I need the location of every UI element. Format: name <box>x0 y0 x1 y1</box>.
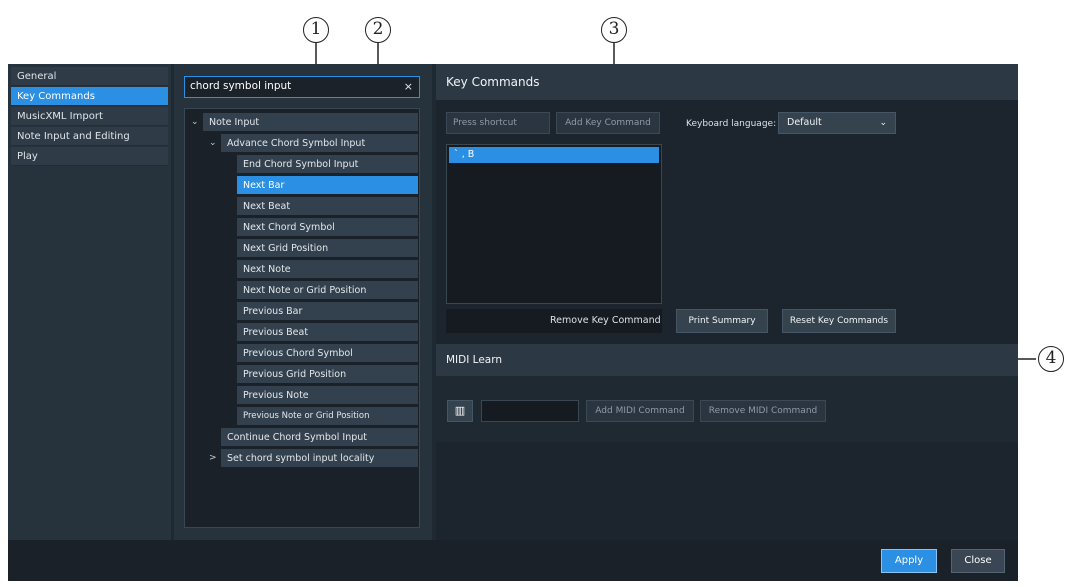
tree-leaf[interactable]: Previous Grid Position <box>237 365 418 384</box>
tree-node-advance-chord-symbol-input[interactable]: Advance Chord Symbol Input <box>221 134 418 153</box>
tree-leaf[interactable]: Previous Note or Grid Position <box>237 407 418 426</box>
tree-leaf[interactable]: Next Note or Grid Position <box>237 281 418 300</box>
search-value: chord symbol input <box>190 80 292 92</box>
expand-locality-icon[interactable]: > <box>209 449 217 468</box>
keyboard-language-label: Keyboard language: <box>686 119 777 129</box>
remove-key-command-button[interactable]: Remove Key Command <box>550 315 661 326</box>
preferences-dialog: General Key Commands MusicXML Import Not… <box>8 64 1018 581</box>
apply-button[interactable]: Apply <box>881 549 937 573</box>
category-general[interactable]: General <box>11 67 168 86</box>
key-command-list: ` , B <box>446 144 662 304</box>
keyboard-language-value: Default <box>787 117 822 128</box>
expand-advance-icon[interactable]: ⌄ <box>209 134 217 153</box>
add-key-command-button[interactable]: Add Key Command <box>556 112 660 134</box>
tree-node-continue-chord-symbol-input[interactable]: Continue Chord Symbol Input <box>221 428 418 447</box>
category-play[interactable]: Play <box>11 147 168 166</box>
callout-3: 3 <box>601 17 627 43</box>
category-note-input-editing[interactable]: Note Input and Editing <box>11 127 168 146</box>
callout-2: 2 <box>365 17 391 43</box>
command-tree: ⌄ Note Input ⌄ Advance Chord Symbol Inpu… <box>184 108 420 528</box>
expand-note-input-icon[interactable]: ⌄ <box>191 113 199 132</box>
print-summary-button[interactable]: Print Summary <box>676 309 768 333</box>
callout-4: 4 <box>1038 346 1064 372</box>
reset-key-commands-button[interactable]: Reset Key Commands <box>782 309 896 333</box>
tree-leaf[interactable]: Next Grid Position <box>237 239 418 258</box>
tree-leaf[interactable]: Previous Beat <box>237 323 418 342</box>
callout-1: 1 <box>303 17 329 43</box>
tree-leaf-selected[interactable]: Next Bar <box>237 176 418 195</box>
midi-command-input[interactable] <box>481 400 579 422</box>
remove-key-command-bar: Remove Key Command <box>446 309 662 333</box>
category-sidebar: General Key Commands MusicXML Import Not… <box>8 64 171 540</box>
search-field[interactable]: chord symbol input × <box>184 76 420 98</box>
tree-node-set-chord-symbol-input-locality[interactable]: Set chord symbol input locality <box>221 449 418 468</box>
tree-leaf[interactable]: Next Chord Symbol <box>237 218 418 237</box>
close-button[interactable]: Close <box>951 549 1005 573</box>
key-commands-title: Key Commands <box>436 64 1018 100</box>
piano-keyboard-icon[interactable]: ▥ <box>447 400 473 422</box>
key-command-entry[interactable]: ` , B <box>449 147 659 163</box>
shortcut-input[interactable]: Press shortcut <box>446 112 550 134</box>
clear-search-icon[interactable]: × <box>404 77 413 96</box>
tree-leaf[interactable]: Previous Bar <box>237 302 418 321</box>
tree-node-note-input[interactable]: Note Input <box>203 113 418 132</box>
tree-leaf[interactable]: Previous Chord Symbol <box>237 344 418 363</box>
tree-leaf[interactable]: Previous Note <box>237 386 418 405</box>
key-commands-panel: Key Commands Press shortcut Add Key Comm… <box>436 64 1018 540</box>
tree-leaf[interactable]: Next Note <box>237 260 418 279</box>
chevron-down-icon: ⌄ <box>879 118 887 128</box>
category-key-commands[interactable]: Key Commands <box>11 87 168 106</box>
keyboard-language-select[interactable]: Default ⌄ <box>778 112 896 134</box>
command-search-column: chord symbol input × ⌄ Note Input ⌄ Adva… <box>174 64 432 540</box>
tree-leaf[interactable]: End Chord Symbol Input <box>237 155 418 174</box>
dialog-footer: Apply Close <box>8 540 1018 581</box>
add-midi-command-button[interactable]: Add MIDI Command <box>586 400 694 422</box>
remove-midi-command-button[interactable]: Remove MIDI Command <box>700 400 826 422</box>
tree-leaf[interactable]: Next Beat <box>237 197 418 216</box>
category-musicxml-import[interactable]: MusicXML Import <box>11 107 168 126</box>
midi-learn-title: MIDI Learn <box>436 344 1018 376</box>
